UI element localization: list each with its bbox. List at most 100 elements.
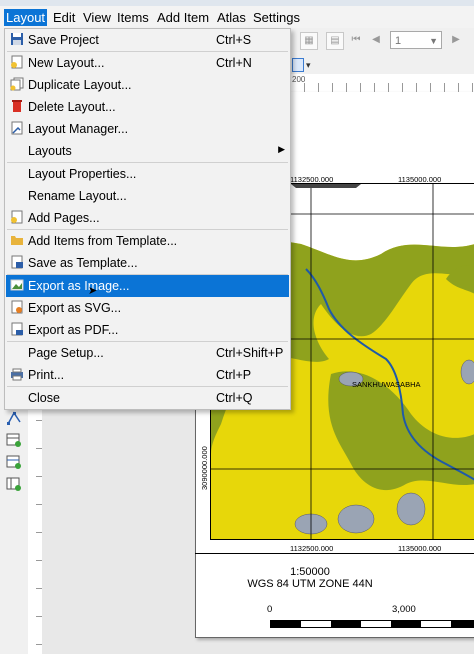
add-html-icon[interactable] [6, 454, 22, 470]
atlas-toolbar: ▦ ▤ ⏮ ◀ 1 ▼ ▶ [290, 28, 474, 54]
menu-edit[interactable]: Edit [51, 9, 77, 26]
atlas-settings-button[interactable]: ▤ [326, 32, 344, 50]
duplicate-layout-icon [10, 77, 24, 91]
next-feature-button[interactable]: ▶ [448, 32, 464, 48]
menu-item-label: Print... [28, 368, 65, 382]
previous-arrow-icon: ◀ [372, 34, 380, 45]
menu-item-label: Delete Layout... [28, 100, 116, 114]
menu-item-export-as-pdf[interactable]: Export as PDF... [6, 319, 289, 341]
item-icon[interactable] [292, 58, 304, 72]
menu-item-shortcut: Ctrl+Q [216, 391, 253, 405]
map-dark-patch [291, 184, 361, 188]
menu-view[interactable]: View [81, 9, 113, 26]
menu-add-item[interactable]: Add Item [155, 9, 211, 26]
map-y-coordinate: 3090000.000 [200, 446, 209, 490]
map-x-coordinate: 1132500.000 [290, 175, 334, 184]
scalebar-label: 0 [267, 604, 273, 615]
menu-item-page-setup[interactable]: Page Setup... Ctrl+Shift+P [6, 342, 289, 364]
map-x-coordinate: 1135000.000 [398, 175, 442, 184]
first-feature-button[interactable]: ⏮ [348, 32, 364, 48]
menu-item-shortcut: Ctrl+S [216, 33, 252, 47]
menu-item-delete-layout[interactable]: Delete Layout... [6, 96, 289, 118]
save-icon [11, 33, 23, 45]
first-arrow-icon: ⏮ [351, 34, 361, 45]
save-template-icon [11, 255, 23, 269]
next-arrow-icon: ▶ [452, 34, 460, 45]
menu-settings[interactable]: Settings [251, 9, 302, 26]
menu-item-label: Save Project [28, 33, 99, 47]
chevron-down-icon[interactable]: ▾ [306, 60, 311, 71]
menu-item-label: Layout Manager... [28, 122, 129, 136]
map-lake [396, 492, 426, 526]
layout-menu-dropdown: Save Project Ctrl+S New Layout... Ctrl+N… [4, 28, 291, 410]
menu-item-add-pages[interactable]: Add Pages... [6, 207, 289, 229]
menu-item-shortcut: Ctrl+N [216, 56, 252, 70]
map-place-label: SANKHUWASABHA [352, 380, 421, 389]
add-table-icon[interactable] [6, 432, 22, 448]
menu-item-save-as-template[interactable]: Save as Template... [6, 252, 289, 274]
scalebar[interactable] [270, 620, 474, 628]
menu-item-layout-properties[interactable]: Layout Properties... [6, 163, 289, 185]
menu-atlas[interactable]: Atlas [215, 9, 248, 26]
folder-icon [11, 236, 23, 245]
map-lake [337, 504, 375, 534]
menu-item-label: Layouts [28, 144, 72, 158]
item-toolbox [0, 400, 28, 654]
vertical-ruler [28, 400, 43, 654]
chevron-down-icon: ▼ [429, 36, 438, 46]
edit-nodes-icon[interactable] [6, 410, 22, 426]
menu-item-shortcut: Ctrl+P [216, 368, 252, 382]
delete-icon [12, 100, 22, 112]
menu-item-label: Export as Image... [28, 279, 130, 293]
export-svg-icon [11, 300, 23, 314]
export-image-icon [10, 279, 24, 291]
menu-item-export-as-image[interactable]: Export as Image... [6, 275, 289, 297]
menu-item-save-project[interactable]: Save Project Ctrl+S [6, 29, 289, 51]
export-pdf-icon [11, 322, 23, 336]
menu-item-print[interactable]: Print... Ctrl+P [6, 364, 289, 386]
image-icon: ▦ [304, 35, 314, 46]
scalebar-label: 3,000 [392, 604, 416, 615]
print-icon [11, 368, 23, 381]
table-icon: ▤ [330, 35, 340, 46]
menu-item-label: Export as SVG... [28, 301, 122, 315]
menu-item-label: Layout Properties... [28, 167, 137, 181]
secondary-toolbar: ▾ [290, 54, 474, 74]
menu-item-label: Export as PDF... [28, 323, 119, 337]
menu-item-layouts[interactable]: Layouts ▶ [6, 140, 289, 162]
new-layout-icon [11, 55, 23, 69]
menu-item-label: Page Setup... [28, 346, 104, 360]
menu-item-rename-layout[interactable]: Rename Layout... [6, 185, 289, 207]
atlas-preview-button[interactable]: ▦ [300, 32, 318, 50]
layout-manager-icon [11, 121, 23, 135]
menu-item-add-items-from-template[interactable]: Add Items from Template... [6, 230, 289, 252]
horizontal-ruler: 200 [290, 74, 474, 93]
menu-item-label: Add Items from Template... [28, 234, 178, 248]
chevron-right-icon: ▶ [278, 144, 285, 154]
menu-item-label: Rename Layout... [28, 189, 127, 203]
map-x-coordinate: 1135000.000 [398, 544, 442, 553]
menu-items[interactable]: Items [115, 9, 151, 26]
scale-text: 1:50000 [290, 566, 330, 578]
crs-text: WGS 84 UTM ZONE 44N [247, 578, 373, 590]
menu-bar: Layout Edit View Items Add Item Atlas Se… [0, 6, 474, 28]
add-attribute-table-icon[interactable] [6, 476, 22, 492]
atlas-page-combo[interactable]: 1 ▼ [390, 31, 442, 49]
menu-item-label: Close [28, 391, 60, 405]
menu-item-duplicate-layout[interactable]: Duplicate Layout... [6, 74, 289, 96]
previous-feature-button[interactable]: ◀ [368, 32, 384, 48]
add-pages-icon [11, 210, 23, 224]
menu-item-shortcut: Ctrl+Shift+P [216, 346, 284, 360]
page-combo-value: 1 [395, 35, 402, 47]
menu-item-close[interactable]: Close Ctrl+Q [6, 387, 289, 409]
menu-item-label: New Layout... [28, 56, 105, 70]
menu-layout[interactable]: Layout [4, 9, 48, 26]
mouse-cursor-icon: ➤ [88, 285, 98, 297]
menu-item-new-layout[interactable]: New Layout... Ctrl+N [6, 52, 289, 74]
menu-item-layout-manager[interactable]: Layout Manager... [6, 118, 289, 140]
menu-item-label: Save as Template... [28, 256, 138, 270]
menu-item-label: Add Pages... [28, 211, 100, 225]
map-x-coordinate: 1132500.000 [290, 544, 334, 553]
menu-item-export-as-svg[interactable]: Export as SVG... [6, 297, 289, 319]
menu-item-label: Duplicate Layout... [28, 78, 132, 92]
